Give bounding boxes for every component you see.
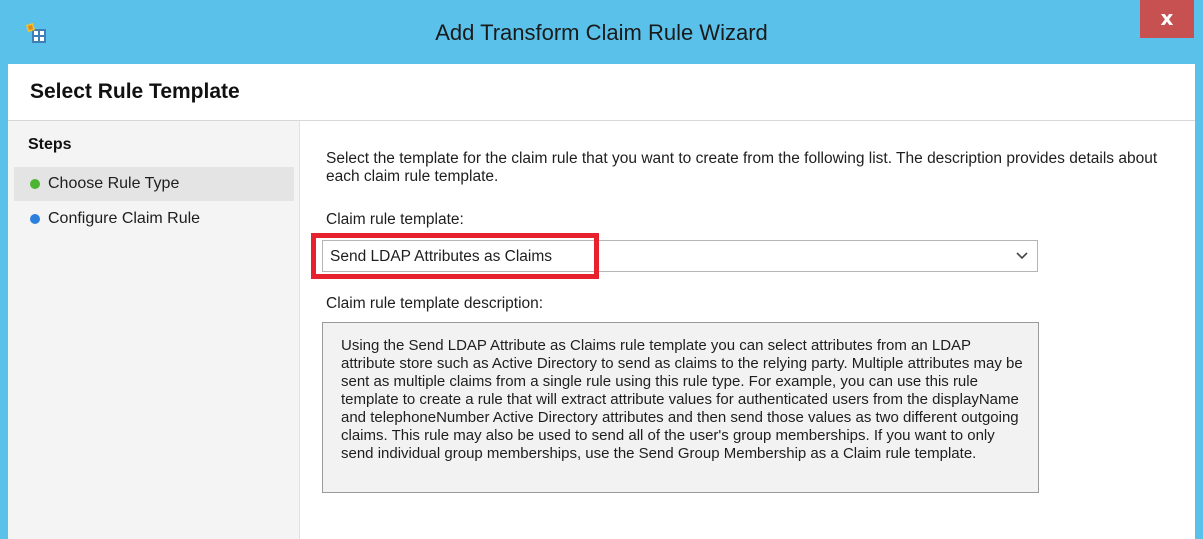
description-label: Claim rule template description: [326, 295, 544, 312]
window-title: Add Transform Claim Rule Wizard [435, 20, 768, 45]
template-description-text: Using the Send LDAP Attribute as Claims … [341, 337, 1023, 462]
close-icon: x [1160, 6, 1174, 30]
close-button[interactable]: x [1140, 0, 1194, 38]
step-label: Choose Rule Type [48, 175, 180, 192]
intro-text: Select the template for the claim rule t… [326, 150, 1158, 185]
red-highlight-box [311, 233, 599, 279]
template-field-label: Claim rule template: [326, 211, 464, 228]
step-status-dot-pending-icon [30, 214, 40, 224]
sidebar-item-choose-rule-type[interactable]: Choose Rule Type [14, 167, 294, 201]
sidebar-item-configure-claim-rule[interactable]: Configure Claim Rule [14, 202, 294, 236]
main-content: Select the template for the claim rule t… [300, 121, 1195, 539]
title-bar: Add Transform Claim Rule Wizard x [0, 0, 1203, 64]
chevron-down-icon [1016, 252, 1028, 260]
step-label: Configure Claim Rule [48, 210, 201, 227]
page-title: Select Rule Template [30, 80, 240, 103]
page-header: Select Rule Template [8, 64, 1195, 121]
wizard-window: Add Transform Claim Rule Wizard x Select… [0, 0, 1203, 539]
steps-heading: Steps [28, 136, 72, 153]
template-description-box: Using the Send LDAP Attribute as Claims … [322, 322, 1039, 493]
step-status-dot-complete-icon [30, 179, 40, 189]
steps-sidebar: Steps Choose Rule Type Configure Claim R… [8, 121, 300, 539]
